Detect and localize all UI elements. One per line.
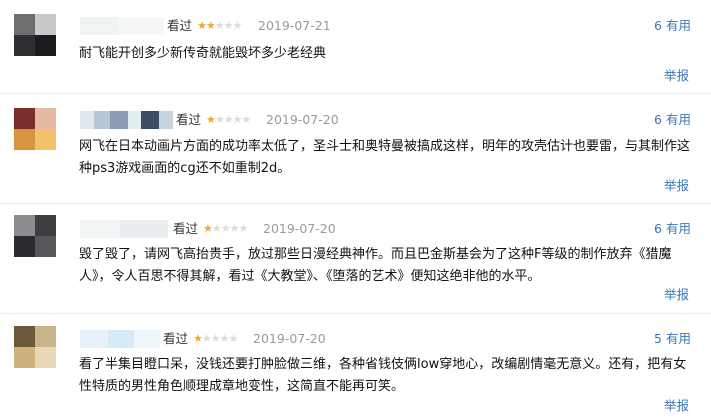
avatar-pixel [35,14,56,35]
watch-status: 看过 [167,18,193,33]
divider [0,203,711,204]
username-blurred[interactable] [80,330,160,348]
watch-status: 看过 [176,112,202,127]
avatar-pixel [14,215,35,236]
star-empty-icon: ★ [211,222,222,235]
review-date: 2019-07-21 [258,18,331,33]
avatar-pixel [14,347,35,368]
star-empty-icon: ★ [223,113,234,126]
avatar-pixel [35,35,56,56]
rating-stars: ★★★★★ [206,111,252,129]
rating-stars: ★★★★★ [203,220,249,238]
useful-vote-button[interactable]: 6 有用 [654,220,691,238]
star-filled-icon: ★ [203,222,213,235]
avatar-pixel [35,347,56,368]
avatar-pixel [35,129,56,150]
avatar[interactable] [14,326,56,368]
star-empty-icon: ★ [214,19,225,32]
star-filled-icon: ★ [197,19,207,32]
star-empty-icon: ★ [201,332,212,345]
useful-vote-button[interactable]: 6 有用 [654,17,691,35]
avatar[interactable] [14,108,56,150]
star-empty-icon: ★ [223,19,234,32]
useful-vote-button[interactable]: 5 有用 [654,330,691,348]
star-empty-icon: ★ [214,113,225,126]
star-empty-icon: ★ [241,113,252,126]
report-link[interactable]: 举报 [664,67,689,85]
star-empty-icon: ★ [238,222,249,235]
useful-count: 6 [654,18,662,33]
star-empty-icon: ★ [229,222,240,235]
useful-label: 有用 [665,18,691,33]
useful-label: 有用 [665,221,691,236]
review-date: 2019-07-20 [266,112,339,127]
star-empty-icon: ★ [232,113,243,126]
review-text: 耐飞能开创多少新传奇就能毁坏多少老经典 [79,46,327,61]
useful-count: 6 [654,221,662,236]
avatar-pixel [14,129,35,150]
avatar-pixel [35,108,56,129]
star-empty-icon: ★ [210,332,221,345]
review-text: 网飞在日本动画片方面的成功率太低了，圣斗士和奥特曼被搞成这样，明年的攻壳估计也要… [79,139,691,176]
avatar-pixel [14,108,35,129]
avatar-pixel [14,326,35,347]
avatar-pixel [14,35,35,56]
avatar[interactable] [14,14,56,56]
avatar-pixel [14,14,35,35]
useful-vote-button[interactable]: 6 有用 [654,111,691,129]
star-empty-icon: ★ [228,332,239,345]
star-filled-icon: ★ [206,113,216,126]
rating-stars: ★★★★★ [193,330,239,348]
divider [0,313,711,314]
report-link[interactable]: 举报 [664,177,689,195]
star-empty-icon: ★ [219,332,230,345]
review-date: 2019-07-20 [253,331,326,346]
useful-count: 6 [654,112,662,127]
report-link[interactable]: 举报 [664,397,689,415]
avatar-pixel [35,215,56,236]
rating-stars: ★★★★★ [197,17,243,35]
star-empty-icon: ★ [232,19,243,32]
review-text: 看了半集目瞪口呆，没钱还要打肿脸做三维，各种省钱伎俩low穿地心，改编剧情毫无意… [79,357,687,394]
watch-status: 看过 [163,331,189,346]
avatar[interactable] [14,215,56,257]
review-text: 毁了毁了，请网飞高抬贵手，放过那些日漫经典神作。而且巴金斯基会为了这种F等级的制… [79,247,672,284]
star-filled-icon: ★ [205,19,216,32]
report-link[interactable]: 举报 [664,286,689,304]
avatar-pixel [14,236,35,257]
divider [0,93,711,94]
username-blurred[interactable] [80,220,168,238]
star-filled-icon: ★ [193,332,203,345]
avatar-pixel [35,326,56,347]
avatar-pixel [35,236,56,257]
useful-count: 5 [654,331,662,346]
star-empty-icon: ★ [220,222,231,235]
watch-status: 看过 [173,221,199,236]
useful-label: 有用 [665,112,691,127]
username-blurred[interactable] [80,17,164,35]
useful-label: 有用 [665,331,691,346]
review-date: 2019-07-20 [263,221,336,236]
username-blurred[interactable] [80,111,173,129]
